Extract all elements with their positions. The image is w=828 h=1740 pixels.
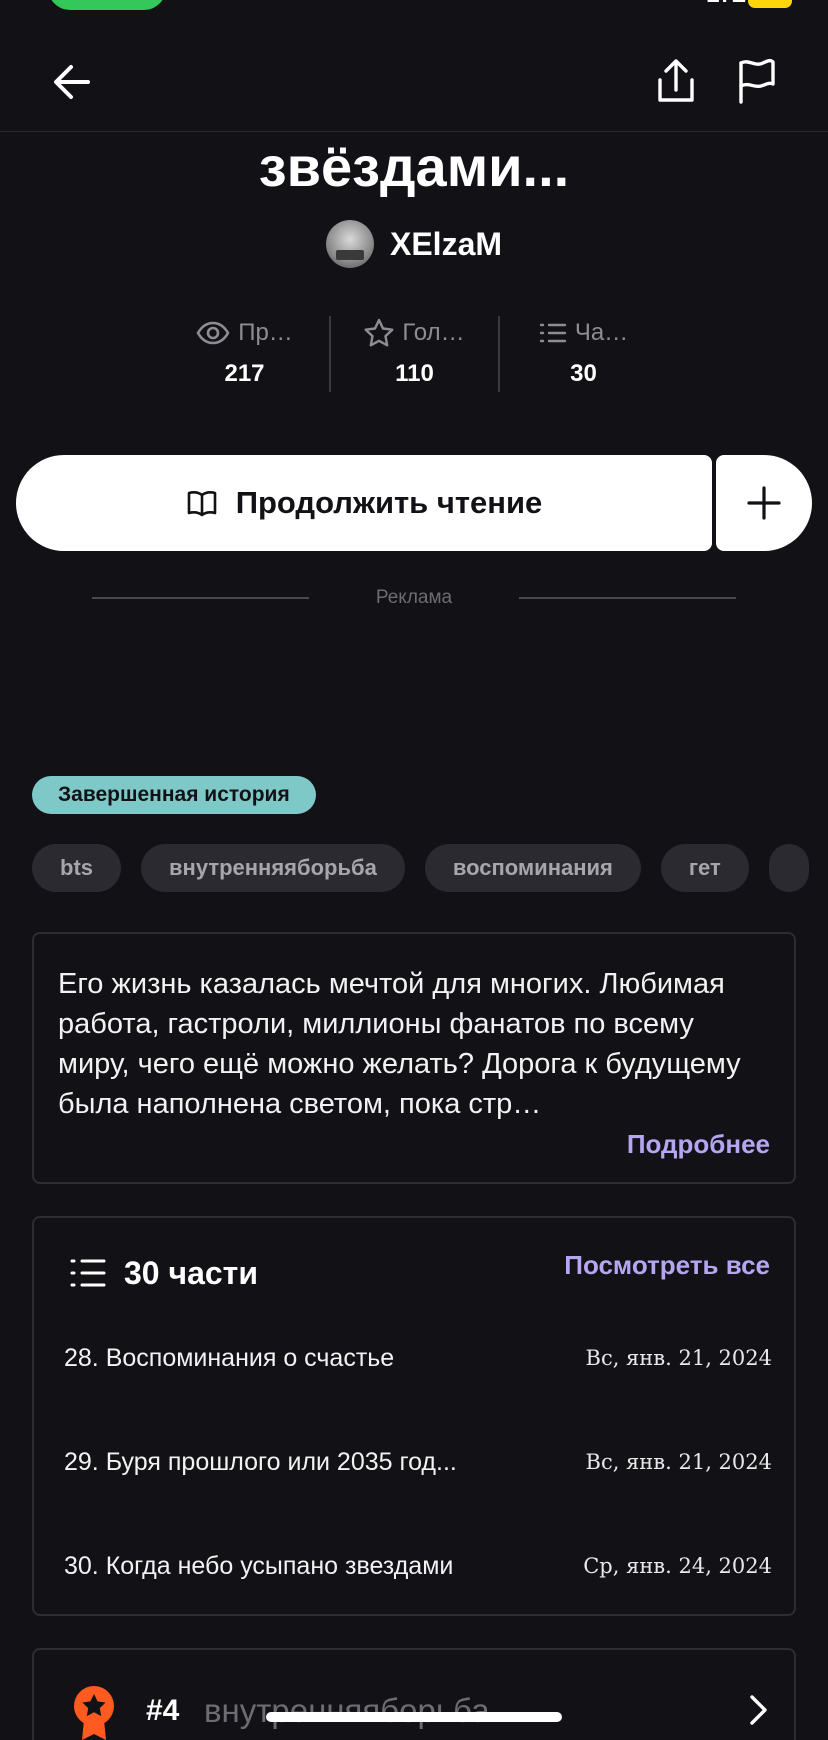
- plus-icon: [747, 486, 781, 520]
- list-icon: [539, 323, 567, 343]
- ranking-tag: внутренняяборьба: [204, 1692, 490, 1729]
- chapter-date: Ср, янв. 24, 2024: [583, 1554, 772, 1578]
- arrow-left-icon: [54, 65, 90, 99]
- network-type: LTE: [706, 0, 746, 8]
- ranking-card[interactable]: #4 внутренняяборьба: [32, 1648, 796, 1740]
- divider: [519, 597, 736, 599]
- avatar: [325, 220, 374, 268]
- status-bar: 17:52 LTE 75: [0, 0, 828, 12]
- star-icon: [364, 318, 394, 347]
- story-stats: Пр… 217 Гол… 110 Ча… 30: [160, 316, 668, 392]
- divider: [92, 597, 309, 599]
- stat-votes-value: 110: [395, 360, 434, 387]
- chapter-date: Вс, янв. 21, 2024: [585, 1346, 772, 1370]
- chapter-title: 28. Воспоминания о счастье: [64, 1343, 395, 1372]
- completed-badge: Завершенная история: [32, 776, 316, 814]
- chapter-date: Вс, янв. 21, 2024: [585, 1450, 772, 1474]
- status-time: 17:52: [48, 0, 166, 10]
- view-all-link[interactable]: Посмотреть все: [564, 1250, 770, 1281]
- report-button[interactable]: [728, 54, 784, 110]
- ad-separator: Реклама: [92, 586, 736, 610]
- tag-chip[interactable]: гет: [660, 844, 749, 892]
- description-text: Его жизнь казалась мечтой для многих. Лю…: [58, 968, 741, 1120]
- add-to-library-button[interactable]: [716, 455, 812, 551]
- story-screen: 17:52 LTE 75 звёздами... XElzaM: [0, 0, 828, 1740]
- tag-chip[interactable]: bts: [32, 844, 121, 892]
- ranking-medal-icon: [74, 1686, 114, 1740]
- parts-card: 30 части Посмотреть все 28. Воспоминания…: [32, 1216, 796, 1616]
- stat-reads-value: 217: [224, 360, 265, 387]
- eye-icon: [196, 321, 230, 345]
- chapter-row[interactable]: 29. Буря прошлого или 2035 год... Вс, ян…: [64, 1442, 772, 1482]
- tag-chip-partial[interactable]: [768, 844, 809, 892]
- stat-parts-value: 30: [570, 360, 597, 387]
- book-icon: [187, 491, 216, 517]
- author-link[interactable]: XElzaM: [0, 220, 828, 268]
- flag-icon: [739, 58, 775, 104]
- description-card: Его жизнь казалась мечтой для многих. Лю…: [32, 932, 796, 1184]
- tag-chip[interactable]: воспоминания: [424, 844, 641, 892]
- stat-reads-label: Пр…: [238, 319, 293, 346]
- stat-votes: Гол… 110: [329, 316, 498, 392]
- share-button[interactable]: [648, 54, 704, 110]
- parts-header: 30 части Посмотреть все: [70, 1250, 770, 1296]
- stat-parts-label: Ча…: [574, 319, 629, 346]
- ranking-number: #4: [146, 1694, 180, 1727]
- author-name: XElzaM: [389, 225, 503, 262]
- share-icon: [658, 59, 694, 102]
- tag-list: bts внутренняяборьба воспоминания гет: [32, 844, 828, 892]
- chapter-title: 29. Буря прошлого или 2035 год...: [64, 1447, 457, 1476]
- tag-chip[interactable]: внутренняяборьба: [141, 844, 405, 892]
- story-title: звёздами...: [258, 135, 570, 198]
- back-button[interactable]: [44, 54, 100, 110]
- parts-count: 30 части: [124, 1254, 258, 1291]
- chapter-row[interactable]: 28. Воспоминания о счастье Вс, янв. 21, …: [64, 1338, 772, 1378]
- chevron-right-icon: [750, 1695, 767, 1725]
- battery-icon: 75: [748, 0, 792, 8]
- continue-reading-button[interactable]: Продолжить чтение: [16, 455, 712, 551]
- read-more-link[interactable]: Подробнее: [627, 1129, 770, 1160]
- continue-reading-label: Продолжить чтение: [235, 485, 543, 520]
- stat-votes-label: Гол…: [402, 319, 465, 346]
- list-icon: [70, 1259, 106, 1287]
- home-indicator[interactable]: [266, 1712, 562, 1722]
- stat-reads: Пр… 217: [160, 316, 329, 392]
- chapter-title: 30. Когда небо усыпано звездами: [64, 1551, 454, 1580]
- top-nav: [0, 30, 828, 132]
- stat-parts: Ча… 30: [498, 316, 667, 392]
- ad-label: Реклама: [375, 587, 453, 608]
- chapter-row[interactable]: 30. Когда небо усыпано звездами Ср, янв.…: [64, 1546, 772, 1586]
